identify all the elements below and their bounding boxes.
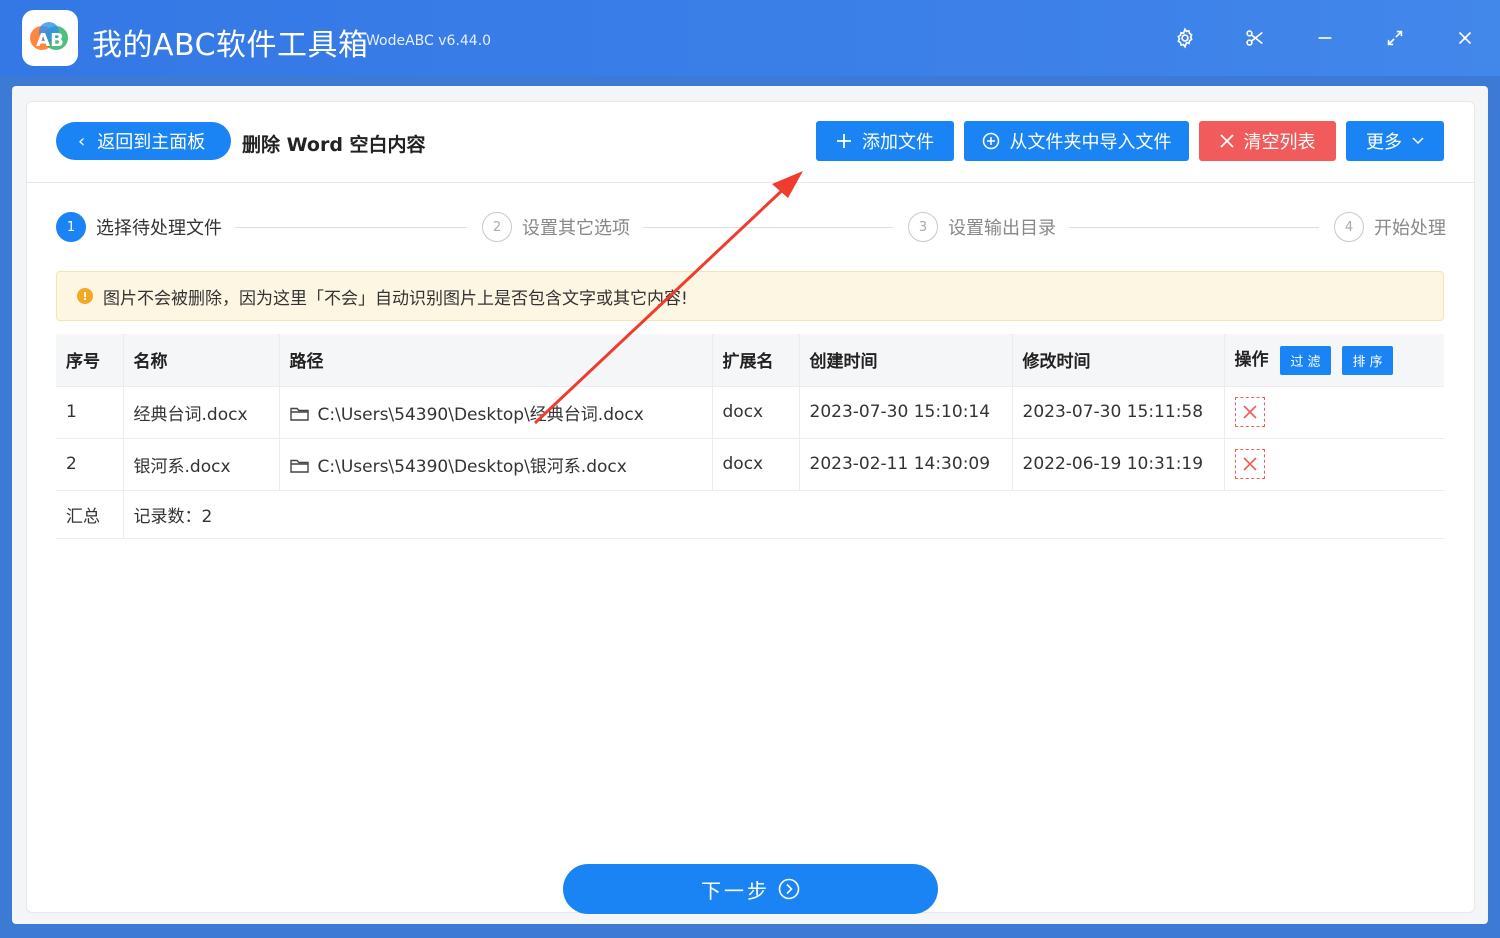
back-to-main-button[interactable]: ‹ 返回到主面板 [56, 122, 231, 160]
back-label: 返回到主面板 [97, 132, 206, 153]
svg-text:AB: AB [36, 30, 64, 51]
cell-modified: 2023-07-30 15:11:58 [1012, 386, 1225, 439]
cell-path: C:\Users\54390\Desktop\银河系.docx [279, 438, 713, 491]
cell-created: 2023-02-11 14:30:09 [799, 438, 1013, 491]
cell-modified: 2022-06-19 10:31:19 [1012, 438, 1225, 491]
header-ext: 扩展名 [712, 334, 800, 387]
header-action: 操作 过 滤 排 序 [1224, 334, 1444, 387]
app-logo: AB [22, 10, 78, 66]
gear-icon [1177, 27, 1193, 49]
scissors-icon [1246, 30, 1263, 46]
minimize-icon [1318, 37, 1332, 39]
cell-ext: docx [712, 386, 800, 439]
step-label: 选择待处理文件 [96, 218, 222, 239]
cell-index: 1 [56, 386, 124, 439]
step-number: 3 [908, 212, 938, 242]
step-start: 4 开始处理 [1334, 212, 1446, 242]
delete-row-button[interactable] [1234, 397, 1265, 427]
chevron-left-icon: ‹ [78, 130, 86, 152]
plus-icon [836, 133, 852, 149]
summary-label: 汇总 [56, 490, 124, 539]
step-number: 2 [482, 212, 512, 242]
step-output-dir: 3 设置输出目录 [908, 212, 1056, 242]
delete-icon [1242, 457, 1257, 471]
header-action-label: 操作 [1234, 350, 1269, 370]
x-icon [1219, 134, 1234, 148]
step-connector [1069, 227, 1319, 228]
delete-icon [1242, 405, 1257, 419]
clear-list-button[interactable]: 清空列表 [1199, 121, 1336, 161]
sort-button[interactable]: 排 序 [1342, 345, 1393, 375]
page-title: 删除 Word 空白内容 [242, 134, 426, 156]
cell-path-text: C:\Users\54390\Desktop\经典台词.docx [317, 404, 644, 425]
step-label: 设置输出目录 [948, 218, 1056, 239]
cell-name: 银河系.docx [123, 438, 280, 491]
app-version: WodeABC v6.44.0 [366, 33, 492, 49]
summary-row: 汇总 记录数：2 [56, 490, 1444, 539]
step-label: 设置其它选项 [522, 218, 630, 239]
close-icon [1458, 31, 1472, 45]
table-row: 2 银河系.docx C:\Users\54390\Desktop\银河系.do… [56, 438, 1444, 491]
cell-path-text: C:\Users\54390\Desktop\银河系.docx [317, 456, 627, 477]
summary-value: 记录数：2 [123, 490, 1444, 539]
header-index: 序号 [56, 334, 124, 387]
next-step-button[interactable]: 下一步 [563, 864, 938, 914]
more-label: 更多 [1366, 132, 1402, 153]
step-number: 4 [1334, 212, 1364, 242]
notice-banner: ! 图片不会被删除，因为这里「不会」自动识别图片上是否包含文字或其它内容! [56, 271, 1444, 321]
chevron-down-icon [1412, 137, 1424, 145]
logo-icon: AB [30, 22, 68, 51]
more-button[interactable]: 更多 [1346, 121, 1444, 161]
cell-action [1224, 438, 1444, 491]
header-path: 路径 [279, 334, 713, 387]
cell-name: 经典台词.docx [123, 386, 280, 439]
next-step-label: 下一步 [701, 878, 770, 903]
filter-button[interactable]: 过 滤 [1280, 345, 1331, 375]
close-button[interactable] [1451, 24, 1479, 52]
cell-index: 2 [56, 438, 124, 491]
import-folder-label: 从文件夹中导入文件 [1009, 132, 1172, 153]
table-row: 1 经典台词.docx C:\Users\54390\Desktop\经典台词.… [56, 386, 1444, 439]
import-folder-button[interactable]: 从文件夹中导入文件 [964, 121, 1189, 161]
add-file-button[interactable]: 添加文件 [816, 121, 954, 161]
cell-ext: docx [712, 438, 800, 491]
step-connector [235, 227, 467, 228]
folder-icon [289, 459, 309, 473]
notice-text: 图片不会被删除，因为这里「不会」自动识别图片上是否包含文字或其它内容! [103, 288, 688, 309]
step-other-options: 2 设置其它选项 [482, 212, 630, 242]
app-title: 我的ABC软件工具箱 [92, 28, 369, 63]
file-table: 序号 名称 路径 扩展名 创建时间 修改时间 操作 过 滤 排 序 1 经典台词… [56, 334, 1444, 539]
maximize-icon [1387, 30, 1403, 46]
step-connector [643, 227, 893, 228]
minimize-button[interactable] [1311, 24, 1339, 52]
delete-row-button[interactable] [1234, 449, 1265, 479]
cell-action [1224, 386, 1444, 439]
add-file-label: 添加文件 [862, 132, 934, 153]
plus-circle-icon [982, 132, 1000, 150]
screenshot-button[interactable] [1241, 24, 1269, 52]
toolbar-divider [27, 182, 1474, 183]
header-modified: 修改时间 [1012, 334, 1225, 387]
step-label: 开始处理 [1374, 218, 1446, 239]
cell-created: 2023-07-30 15:10:14 [799, 386, 1013, 439]
warning-icon: ! [77, 288, 93, 304]
header-name: 名称 [123, 334, 280, 387]
folder-icon [289, 407, 309, 421]
maximize-button[interactable] [1381, 24, 1409, 52]
clear-list-label: 清空列表 [1243, 132, 1316, 153]
step-select-files: 1 选择待处理文件 [56, 212, 222, 242]
settings-button[interactable] [1171, 24, 1199, 52]
cell-path: C:\Users\54390\Desktop\经典台词.docx [279, 386, 713, 439]
step-number: 1 [56, 212, 86, 242]
title-bar: AB 我的ABC软件工具箱 WodeABC v6.44.0 [0, 0, 1500, 76]
arrow-right-circle-icon [778, 878, 800, 900]
table-header-row: 序号 名称 路径 扩展名 创建时间 修改时间 操作 过 滤 排 序 [56, 334, 1444, 387]
header-created: 创建时间 [799, 334, 1013, 387]
